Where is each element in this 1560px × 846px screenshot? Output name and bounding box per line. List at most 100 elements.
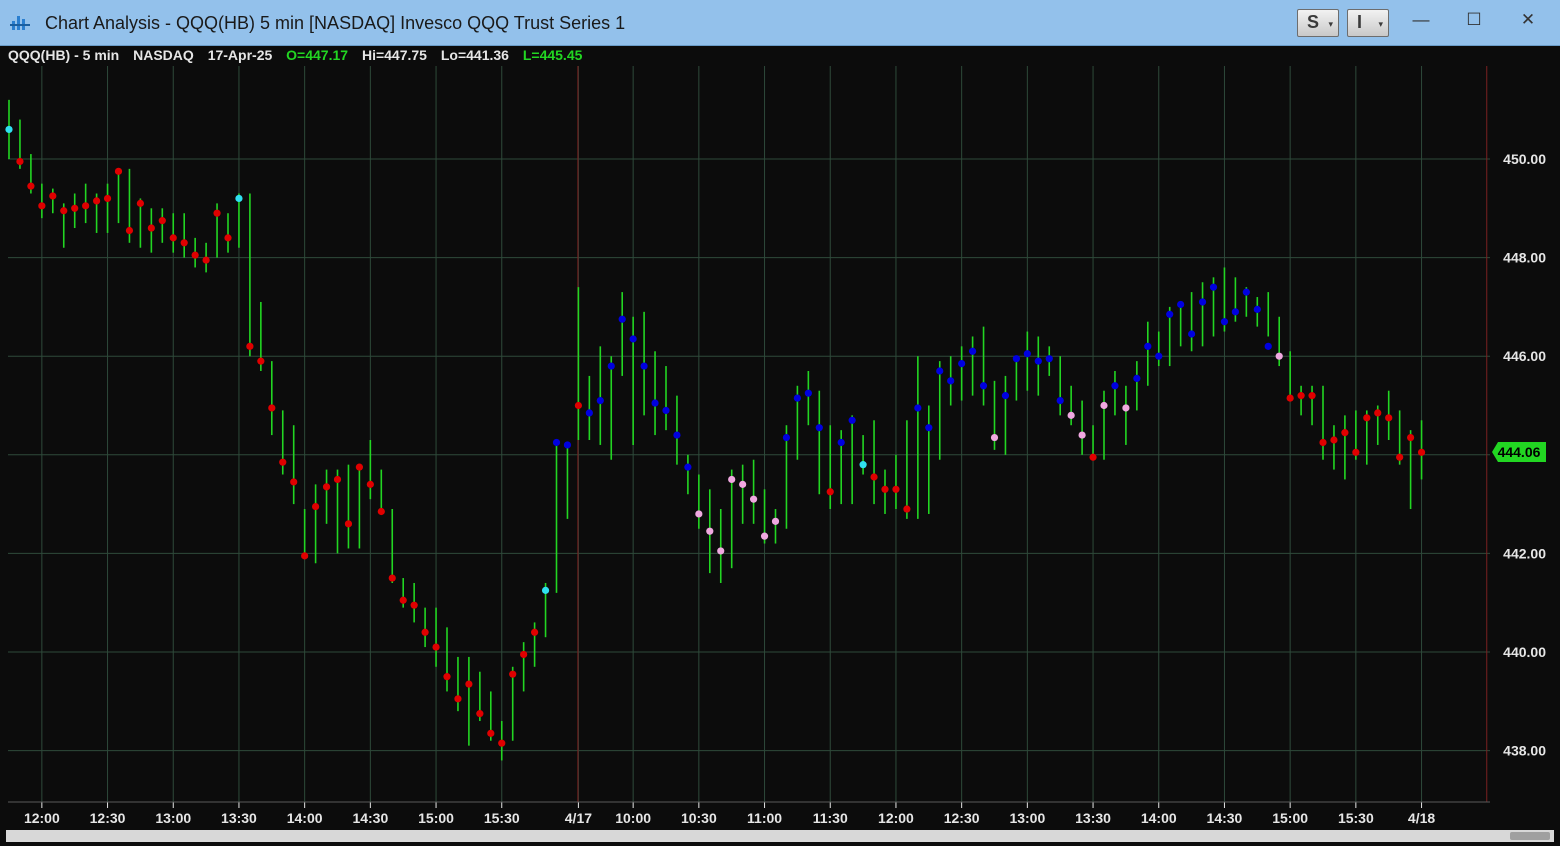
indicator-dot-red [16,157,24,166]
indicator-dot-pink [760,532,769,540]
indicator-dot-red [93,197,101,205]
indicator-dot-red [366,480,374,488]
x-tick-label: 15:00 [418,810,454,826]
horizontal-scrollbar[interactable] [6,830,1554,842]
indicator-dot-red [410,601,418,609]
i-menu-button[interactable]: I ▾ [1347,9,1389,37]
indicator-dot-red [1319,438,1327,447]
indicator-dot-red [279,458,287,466]
indicator-dot-red [60,207,68,215]
indicator-dot-blue [1253,305,1261,313]
chart-analysis-app-icon [10,16,30,30]
indicator-dot-blue [1133,374,1141,382]
indicator-dot-blue [1111,382,1119,390]
indicator-dot-red [38,202,46,210]
y-tick-label: 440.00 [1503,644,1546,660]
x-tick-label: 13:30 [221,810,257,826]
indicator-dot-red [574,401,583,410]
indicator-dot-blue [925,424,933,432]
indicator-dot-blue [662,406,670,415]
high-value: Hi=447.75 [361,47,427,63]
indicator-dot-red [432,643,440,651]
price-chart[interactable]: 450.00448.00446.00444.00442.00440.00438.… [0,46,1560,846]
exchange-label: NASDAQ [133,47,194,63]
indicator-dot-cyan [235,194,243,203]
indicator-dot-red [125,226,134,235]
y-tick-label: 450.00 [1503,151,1546,167]
indicator-dot-red [443,673,451,681]
indicator-dot-blue [1012,355,1021,363]
indicator-dot-blue [651,399,659,407]
indicator-dot-pink [1078,431,1086,439]
y-tick-label: 438.00 [1503,743,1546,759]
maximize-icon[interactable]: ☐ [1456,8,1492,32]
x-tick-label: 15:00 [1272,810,1308,826]
indicator-dot-cyan [859,461,867,469]
x-tick-label: 12:00 [24,810,60,826]
indicator-dot-red [826,488,834,496]
indicator-dot-red [421,628,429,636]
indicator-dot-pink [1122,404,1130,412]
indicator-dot-blue [837,438,845,447]
s-menu-button[interactable]: S ▾ [1297,9,1339,37]
x-tick-label: 13:30 [1075,810,1111,826]
indicator-dot-pink [717,547,725,555]
caret-down-icon: ▾ [1328,19,1333,29]
title-bar[interactable]: Chart Analysis - QQQ(HB) 5 min [NASDAQ] … [0,0,1560,46]
chart-area[interactable]: 450.00448.00446.00444.00442.00440.00438.… [0,46,1560,846]
indicator-dot-red [147,224,155,232]
indicator-dot-red [1308,392,1316,400]
x-tick-label: 14:00 [287,810,323,826]
indicator-dot-red [290,478,298,486]
date-label: 17-Apr-25 [207,47,273,63]
indicator-dot-blue [914,404,922,412]
indicator-dot-blue [936,367,944,375]
indicator-dot-red [1417,448,1426,456]
scrollbar-thumb[interactable] [1510,832,1550,840]
indicator-dot-red [136,199,144,207]
indicator-dot-red [246,342,254,350]
indicator-dot-red [1341,429,1349,437]
indicator-dot-red [903,505,911,513]
indicator-dot-red [114,167,123,175]
indicator-dot-blue [804,389,812,397]
open-value: O=447.17 [286,47,349,63]
indicator-dot-red [71,204,79,212]
x-tick-label: 12:30 [90,810,126,826]
indicator-dot-blue [607,362,615,370]
indicator-dot-pink [1067,411,1075,419]
indicator-dot-blue [585,409,593,417]
indicator-dot-red [355,463,363,471]
indicator-dot-red [454,695,462,703]
x-tick-label: 15:30 [484,810,520,826]
indicator-dot-red [82,202,90,210]
symbol-info-header: QQQ(HB) - 5 min NASDAQ 17-Apr-25 O=447.1… [8,47,592,63]
y-tick-label: 442.00 [1503,545,1546,561]
indicator-dot-red [301,552,309,560]
indicator-dot-blue [618,315,626,323]
indicator-dot-red [1089,453,1097,461]
indicator-dot-blue [848,416,856,424]
indicator-dot-blue [1023,350,1031,358]
indicator-dot-blue [552,438,561,447]
indicator-dot-blue [1198,298,1207,306]
indicator-dot-blue [673,431,681,439]
minimize-icon[interactable]: — [1403,8,1439,32]
x-tick-label: 4/18 [1408,810,1435,826]
y-tick-label: 446.00 [1503,348,1546,364]
indicator-dot-red [224,234,232,242]
indicator-dot-pink [1275,352,1283,360]
x-tick-label: 13:00 [155,810,191,826]
indicator-dot-red [322,483,331,491]
x-tick-label: 15:30 [1338,810,1374,826]
indicator-dot-blue [1155,352,1163,360]
indicator-dot-red [498,739,506,747]
close-icon[interactable]: ✕ [1510,8,1546,32]
indicator-dot-red [1374,409,1382,417]
indicator-dot-blue [815,424,823,432]
indicator-dot-red [158,217,166,225]
x-tick-label: 11:30 [813,810,848,826]
symbol-label: QQQ(HB) - 5 min [8,47,120,63]
indicator-dot-blue [969,347,977,355]
indicator-dot-blue [1034,357,1042,365]
